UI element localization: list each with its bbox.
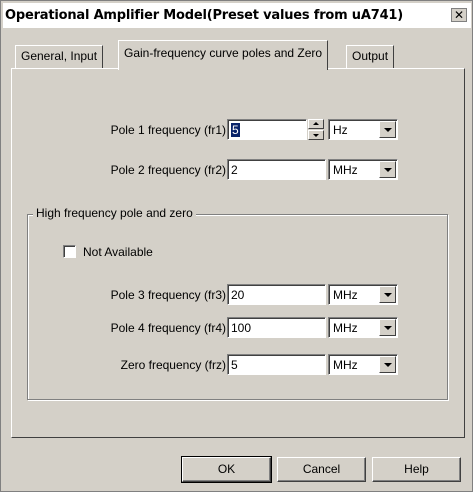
pole3-unit-select[interactable]: MHz bbox=[328, 284, 398, 305]
panel-content: Pole 1 frequency (fr1) 5 Hz Pole 2 frequ… bbox=[1, 1, 473, 493]
pole4-value: 100 bbox=[231, 321, 252, 335]
group-title: High frequency pole and zero bbox=[33, 206, 196, 220]
pole3-label: Pole 3 frequency (fr3) bbox=[110, 288, 226, 302]
cancel-button[interactable]: Cancel bbox=[277, 457, 366, 482]
chevron-down-icon[interactable] bbox=[379, 121, 396, 138]
spin-up-icon[interactable] bbox=[308, 119, 324, 129]
ok-button[interactable]: OK bbox=[181, 456, 272, 483]
zero-label: Zero frequency (frz) bbox=[120, 358, 226, 372]
pole3-input[interactable]: 20 bbox=[227, 284, 326, 305]
pole4-unit-select[interactable]: MHz bbox=[328, 317, 398, 338]
pole2-unit: MHz bbox=[333, 163, 358, 177]
chevron-down-icon[interactable] bbox=[379, 319, 396, 336]
help-label: Help bbox=[404, 462, 429, 476]
pole1-unit: Hz bbox=[333, 123, 348, 137]
zero-input[interactable]: 5 bbox=[227, 354, 326, 375]
pole1-value: 5 bbox=[231, 123, 240, 137]
pole4-input[interactable]: 100 bbox=[227, 317, 326, 338]
pole2-value: 2 bbox=[231, 163, 238, 177]
dialog-window: Operational Amplifier Model(Preset value… bbox=[0, 0, 473, 492]
pole4-label: Pole 4 frequency (fr4) bbox=[110, 321, 226, 335]
pole4-unit: MHz bbox=[333, 321, 358, 335]
help-button[interactable]: Help bbox=[372, 457, 461, 482]
pole2-unit-select[interactable]: MHz bbox=[328, 159, 398, 180]
chevron-down-icon[interactable] bbox=[379, 161, 396, 178]
pole3-value: 20 bbox=[231, 288, 245, 302]
zero-unit-select[interactable]: MHz bbox=[328, 354, 398, 375]
chevron-down-icon[interactable] bbox=[379, 286, 396, 303]
pole1-label: Pole 1 frequency (fr1) bbox=[110, 123, 226, 137]
cancel-label: Cancel bbox=[302, 462, 341, 476]
not-available-checkbox[interactable] bbox=[63, 245, 76, 258]
pole1-unit-select[interactable]: Hz bbox=[328, 119, 398, 140]
spin-down-icon[interactable] bbox=[308, 130, 324, 140]
pole1-input[interactable]: 5 bbox=[227, 119, 307, 140]
ok-label: OK bbox=[217, 462, 236, 476]
pole2-label: Pole 2 frequency (fr2) bbox=[110, 163, 226, 177]
not-available-label[interactable]: Not Available bbox=[83, 245, 153, 259]
pole1-spinner[interactable] bbox=[308, 119, 324, 140]
zero-value: 5 bbox=[231, 358, 238, 372]
pole3-unit: MHz bbox=[333, 288, 358, 302]
pole2-input[interactable]: 2 bbox=[227, 159, 326, 180]
chevron-down-icon[interactable] bbox=[379, 356, 396, 373]
zero-unit: MHz bbox=[333, 358, 358, 372]
